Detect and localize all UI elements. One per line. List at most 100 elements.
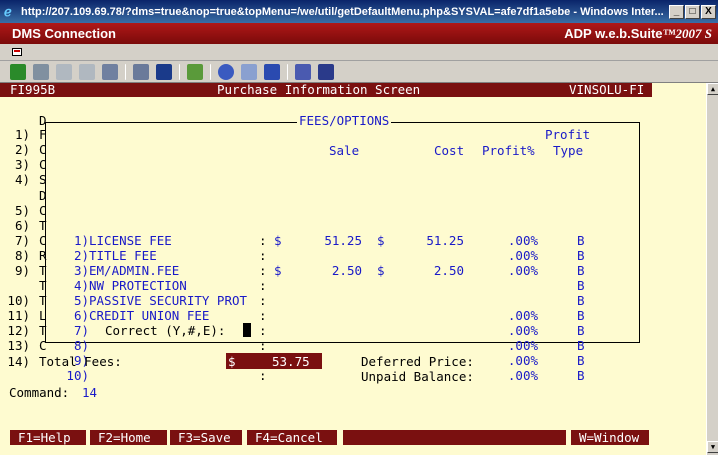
save-icon[interactable] (10, 63, 26, 80)
fee-name: EM/ADMIN.FEE (89, 263, 180, 278)
f2-home-key[interactable]: F2=Home (90, 430, 167, 445)
profit-pct-value: .00% (507, 233, 538, 248)
minimize-button[interactable]: _ (669, 4, 684, 19)
fee-type: B (577, 248, 585, 263)
cost-value: 2.50 (433, 263, 464, 278)
fee-type: B (577, 233, 585, 248)
scroll-up-icon[interactable]: ▲ (707, 83, 718, 95)
function-key-blank (343, 430, 566, 445)
menu-number: 12) (7, 323, 30, 338)
command-input[interactable]: 14 (82, 386, 97, 400)
fee-type: B (577, 323, 585, 338)
cost-value: 51.25 (426, 233, 464, 248)
toolbar-separator (179, 63, 180, 80)
deferred-price-label: Deferred Price: (361, 354, 474, 369)
total-fees-number: 14) (7, 354, 30, 369)
fee-name: NW PROTECTION (89, 278, 187, 293)
fee-number: 6) (73, 308, 89, 323)
menu-number: 4) (14, 172, 30, 187)
cost-value (402, 294, 464, 308)
fee-number: 5) (73, 293, 89, 308)
copy-icon[interactable] (56, 63, 72, 80)
app-header: DMS Connection ADP w.e.b.Suite™2007 S (0, 23, 718, 44)
input-cursor[interactable] (243, 323, 251, 337)
window-controls: _ □ X (669, 4, 716, 19)
menu-strip (0, 44, 718, 61)
correct-prompt: Correct (Y,#,E): (105, 323, 226, 338)
play-icon[interactable] (264, 63, 280, 80)
cost-value (402, 279, 464, 293)
stop-icon[interactable] (241, 63, 257, 80)
terminal-system-icon[interactable] (12, 48, 22, 56)
sale-header: Sale (329, 143, 360, 158)
brand-suffix: ™2007 S (662, 25, 712, 41)
cost-value (402, 324, 464, 338)
vertical-scrollbar[interactable]: ▲ ▼ (706, 83, 718, 455)
fee-number: 2) (73, 248, 89, 263)
fee-number: 7) (73, 323, 89, 338)
fee-number: 1) (73, 233, 89, 248)
fee-number: 10) (66, 368, 89, 383)
fee-field-separator: : (259, 263, 267, 278)
command-label: Command: (9, 385, 70, 400)
menu-number: 9) (14, 263, 30, 278)
fee-type: B (577, 293, 585, 308)
sale-currency: $ (274, 233, 282, 248)
tools-icon[interactable] (102, 63, 118, 80)
fee-type: B (577, 308, 585, 323)
fee-field-separator: : (259, 323, 267, 338)
sale-value (300, 294, 362, 308)
menu-number: 13) (7, 338, 30, 353)
screen-user: VINSOLU-FI (569, 82, 645, 97)
screen-title: Purchase Information Screen (217, 82, 421, 97)
f1-help-key[interactable]: F1=Help (10, 430, 86, 445)
window-icon[interactable] (156, 63, 172, 80)
close-button[interactable]: X (701, 4, 716, 19)
print-icon[interactable] (33, 63, 49, 80)
fee-field-separator: : (259, 233, 267, 248)
brand-prefix: ADP (564, 25, 596, 41)
fee-field-separator: : (259, 293, 267, 308)
cost-value (402, 309, 464, 323)
fee-field-separator: : (259, 278, 267, 293)
f4-cancel-key[interactable]: F4=Cancel (247, 430, 337, 445)
fee-type: B (577, 353, 585, 368)
brand-name: w.e.b.Suite (595, 25, 663, 41)
menu-number (0, 279, 30, 293)
paste-icon[interactable] (79, 63, 95, 80)
f3-save-key[interactable]: F3=Save (170, 430, 242, 445)
total-fees-value: 53.75 (272, 354, 310, 369)
fee-field-separator: : (259, 248, 267, 263)
profit-pct-value: .00% (507, 308, 538, 323)
profit-pct-header: Profit% (482, 143, 535, 158)
fee-number: 3) (73, 263, 89, 278)
terminal-screen[interactable]: FI995B Purchase Information Screen VINSO… (0, 83, 706, 448)
cost-header: Cost (434, 143, 465, 158)
sale-value (300, 279, 362, 293)
profit-pct-value: .00% (507, 248, 538, 263)
menu-number (0, 114, 30, 128)
sale-value (300, 324, 362, 338)
fee-name: CREDIT UNION FEE (89, 308, 210, 323)
window-key[interactable]: W=Window (571, 430, 649, 445)
window-title: http://207.109.69.78/?dms=true&nop=true&… (21, 5, 664, 18)
fee-field-separator: : (259, 338, 267, 353)
maximize-button[interactable]: □ (685, 4, 700, 19)
menu-number: 3) (14, 157, 30, 172)
sale-value (300, 249, 362, 263)
record-icon[interactable] (218, 63, 234, 80)
menu-number: 8) (14, 248, 30, 263)
folder-icon[interactable] (187, 63, 203, 80)
fee-name: TITLE FEE (89, 248, 157, 263)
book-icon[interactable] (318, 63, 334, 80)
edit-icon[interactable] (295, 63, 311, 80)
screen-icon[interactable] (133, 63, 149, 80)
brand-label: ADP w.e.b.Suite™2007 S (564, 26, 712, 42)
total-fees-currency: $ (228, 354, 236, 369)
scroll-down-icon[interactable]: ▼ (707, 441, 718, 453)
menu-number: 10) (7, 293, 30, 308)
profit-pct-value: .00% (507, 323, 538, 338)
profit-pct-value (490, 279, 538, 293)
unpaid-balance-label: Unpaid Balance: (361, 369, 474, 384)
browser-icon: ℯ (4, 3, 12, 19)
